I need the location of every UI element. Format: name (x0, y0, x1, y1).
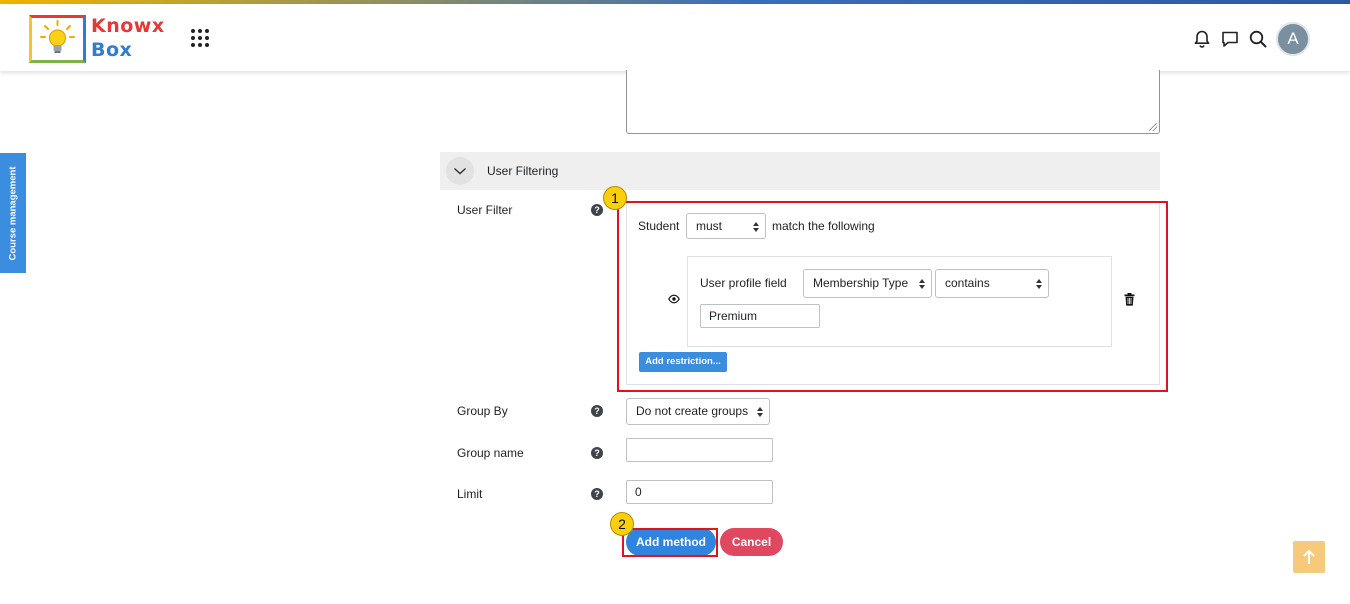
limit-label: Limit (457, 487, 483, 501)
notification-bell-icon[interactable] (1192, 29, 1212, 49)
cancel-button[interactable]: Cancel (720, 528, 783, 556)
section-title: User Filtering (487, 164, 559, 178)
step-badge-1: 1 (603, 186, 627, 210)
group-name-label: Group name (457, 446, 524, 460)
course-management-label: Course management (7, 166, 19, 260)
navbar: Knowx Box A (0, 4, 1350, 71)
select-caret-icon (1036, 279, 1042, 289)
step-badge-2: 2 (610, 512, 634, 536)
add-restriction-button[interactable]: Add restriction... (639, 352, 727, 372)
highlight-box-add-method (622, 528, 718, 557)
description-textarea[interactable] (626, 70, 1160, 134)
group-name-input[interactable] (626, 438, 773, 462)
back-to-top-button[interactable] (1293, 541, 1325, 573)
help-icon[interactable]: ? (591, 405, 603, 417)
comparison-select[interactable]: contains (935, 269, 1049, 298)
logo-text-knowx: Knowx (91, 15, 165, 37)
user-filter-label: User Filter (457, 203, 513, 217)
select-caret-icon (757, 407, 763, 417)
arrow-up-icon (1303, 549, 1315, 564)
select-caret-icon (919, 279, 925, 289)
group-by-select[interactable]: Do not create groups (626, 398, 770, 425)
course-management-tab[interactable]: Course management (0, 153, 26, 273)
chevron-down-icon (454, 167, 466, 175)
profile-field-select[interactable]: Membership Type (803, 269, 932, 298)
help-icon[interactable]: ? (591, 488, 603, 500)
resize-handle-icon[interactable] (1149, 123, 1157, 131)
filter-subject-label: Student (638, 219, 680, 233)
user-filtering-section-header[interactable]: User Filtering (440, 152, 1160, 190)
apps-grid-icon[interactable] (190, 28, 210, 48)
messages-icon[interactable] (1220, 29, 1240, 49)
trash-icon[interactable] (1124, 293, 1135, 306)
help-icon[interactable]: ? (591, 204, 603, 216)
condition-label: User profile field (700, 276, 787, 290)
filter-operator-value: must (696, 219, 723, 233)
collapse-toggle[interactable] (446, 157, 474, 185)
eye-icon[interactable] (668, 294, 680, 304)
filter-operator-select[interactable]: must (686, 213, 766, 239)
group-by-value: Do not create groups (636, 404, 749, 418)
help-icon[interactable]: ? (591, 447, 603, 459)
select-caret-icon (753, 222, 759, 232)
navbar-actions: A (1192, 22, 1310, 56)
logo-bulb-icon (29, 15, 86, 63)
search-icon[interactable] (1248, 29, 1268, 49)
limit-input[interactable]: 0 (626, 480, 773, 504)
profile-field-value: Membership Type (813, 276, 909, 290)
group-by-label: Group By (457, 404, 508, 418)
logo-text-box: Box (91, 39, 133, 61)
user-avatar[interactable]: A (1276, 22, 1310, 56)
condition-value-input[interactable]: Premium (700, 304, 820, 328)
site-logo[interactable]: Knowx Box (29, 15, 164, 65)
filter-suffix-label: match the following (772, 219, 875, 233)
comparison-value: contains (945, 276, 990, 290)
